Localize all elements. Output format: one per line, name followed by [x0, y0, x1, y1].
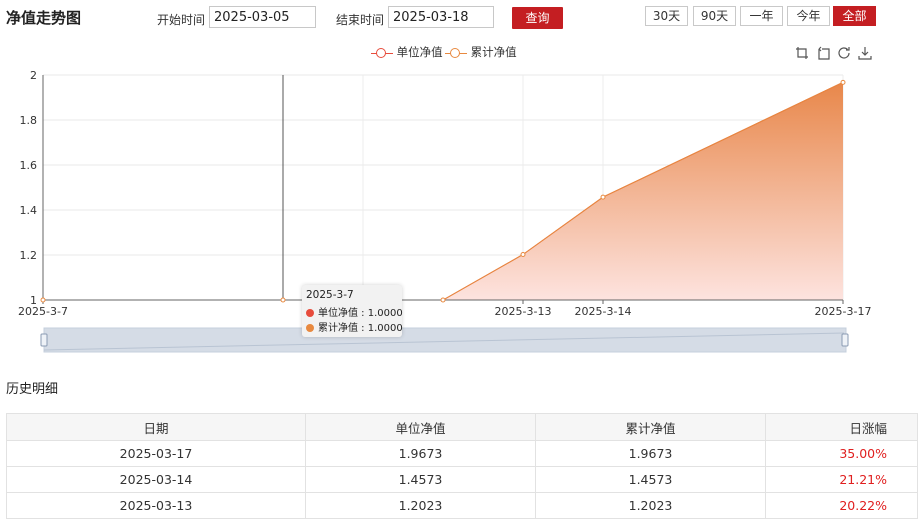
table-row: 2025-03-17 1.9673 1.9673 35.00%: [6, 440, 918, 467]
series-area: [43, 82, 843, 300]
tooltip-row-unit-nav: 单位净值 : 1.0000: [306, 304, 403, 319]
y-tick-label: 2: [30, 69, 37, 82]
column-header-unit-nav[interactable]: 单位净值: [305, 413, 536, 441]
data-point: [280, 297, 286, 303]
range-30d-button[interactable]: 30天: [645, 6, 688, 26]
table-row: 2025-03-14 1.4573 1.4573 21.21%: [6, 466, 918, 493]
tooltip-date: 2025-3-7: [306, 289, 354, 301]
legend-item-unit-nav[interactable]: 单位净值: [371, 44, 443, 60]
data-point: [40, 297, 46, 303]
zoom-handle-icon: [40, 333, 48, 347]
history-section-title: 历史明细: [6, 382, 59, 397]
query-button[interactable]: 查询: [512, 7, 563, 29]
cell-unit-nav: 1.2023: [305, 492, 536, 519]
tooltip-value: 单位净值 : 1.0000: [318, 308, 403, 319]
cell-acc-nav: 1.4573: [535, 466, 766, 493]
cell-acc-nav: 1.2023: [535, 492, 766, 519]
cell-daily-change: 20.22%: [765, 492, 918, 519]
x-tick-label: 2025-3-7: [18, 305, 68, 318]
column-header-acc-nav[interactable]: 累计净值: [535, 413, 766, 441]
y-tick-label: 1.2: [20, 249, 38, 262]
cell-date: 2025-03-17: [6, 440, 306, 467]
x-tick-label: 2025-3-13: [495, 305, 552, 318]
end-date-label: 结束时间: [336, 13, 385, 27]
table-header-row: 日期 单位净值 累计净值 日涨幅: [6, 413, 918, 441]
legend-item-acc-nav[interactable]: 累计净值: [445, 44, 517, 60]
history-table: 日期 单位净值 累计净值 日涨幅 2025-03-17 1.9673 1.967…: [6, 413, 918, 519]
cell-acc-nav: 1.9673: [535, 440, 766, 467]
tooltip-value: 累计净值 : 1.0000: [318, 323, 403, 334]
tooltip-dot-icon: [306, 309, 314, 317]
data-point: [840, 79, 846, 85]
zoom-handle-icon: [841, 333, 849, 347]
chart-tooltip: 2025-3-7 单位净值 : 1.0000 累计净值 : 1.0000: [302, 285, 403, 337]
column-header-daily-change[interactable]: 日涨幅: [765, 413, 918, 441]
x-tick-label: 2025-3-17: [815, 305, 872, 318]
start-date-label: 开始时间: [157, 13, 206, 27]
data-point: [600, 194, 606, 200]
range-1y-button[interactable]: 一年: [740, 6, 783, 26]
table-row: 2025-03-13 1.2023 1.2023 20.22%: [6, 492, 918, 519]
data-point: [440, 297, 446, 303]
zoom-slider-track: [43, 327, 847, 353]
cell-unit-nav: 1.9673: [305, 440, 536, 467]
range-ytd-button[interactable]: 今年: [787, 6, 830, 26]
cell-date: 2025-03-14: [6, 466, 306, 493]
range-90d-button[interactable]: 90天: [693, 6, 736, 26]
y-tick-label: 1.8: [20, 114, 38, 127]
page-title: 净值走势图: [6, 9, 82, 27]
legend-marker-icon: [445, 47, 467, 59]
legend-marker-icon: [371, 47, 393, 59]
y-tick-label: 1.6: [20, 159, 38, 172]
nav-trend-chart[interactable]: 11.21.41.61.822025-3-72025-3-112025-3-13…: [0, 60, 918, 360]
range-all-button[interactable]: 全部: [833, 6, 876, 26]
cell-unit-nav: 1.4573: [305, 466, 536, 493]
cell-date: 2025-03-13: [6, 492, 306, 519]
tooltip-row-acc-nav: 累计净值 : 1.0000: [306, 319, 403, 334]
cell-daily-change: 35.00%: [765, 440, 918, 467]
end-date-input[interactable]: [388, 6, 494, 28]
y-tick-label: 1.4: [20, 204, 38, 217]
legend-label: 累计净值: [470, 45, 517, 59]
cell-daily-change: 21.21%: [765, 466, 918, 493]
tooltip-dot-icon: [306, 324, 314, 332]
start-date-input[interactable]: [209, 6, 316, 28]
column-header-date[interactable]: 日期: [6, 413, 306, 441]
x-tick-label: 2025-3-14: [575, 305, 632, 318]
data-point: [520, 251, 526, 257]
legend-label: 单位净值: [396, 45, 443, 59]
